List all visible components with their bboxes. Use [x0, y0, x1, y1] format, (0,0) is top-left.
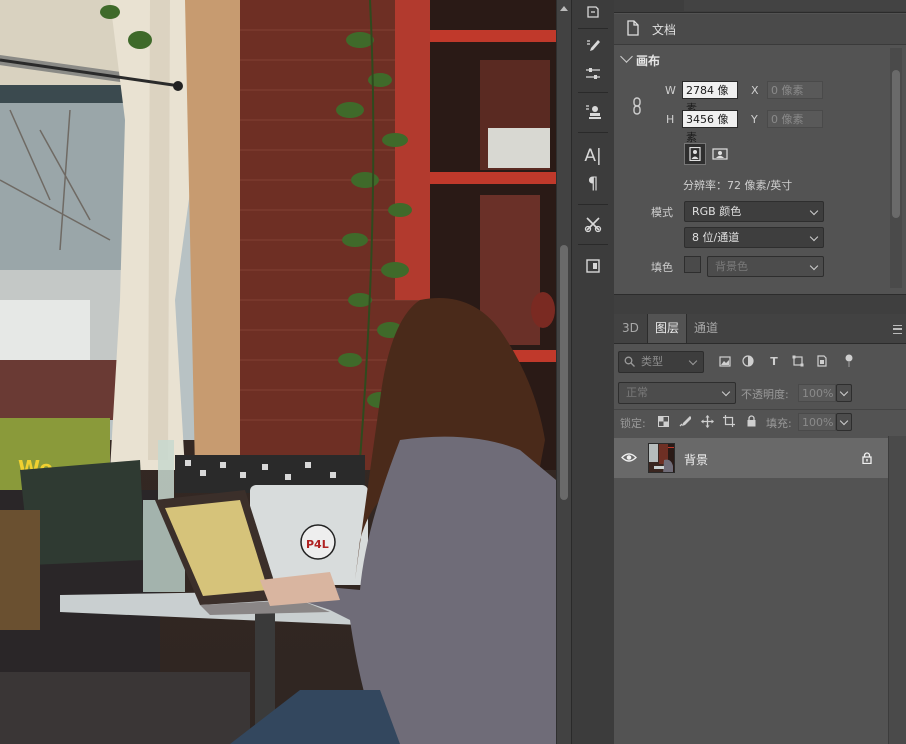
canvas-section-header[interactable]: 画布: [614, 47, 906, 69]
height-field[interactable]: 3456 像素: [682, 110, 738, 144]
canvas-section-title: 画布: [636, 54, 661, 68]
color-mode-select[interactable]: RGB 颜色: [684, 201, 824, 222]
properties-header: 文档: [614, 14, 906, 45]
layer-row[interactable]: 背景: [614, 438, 888, 478]
opacity-label: 不透明度:: [741, 388, 789, 401]
adjustment-filter-icon[interactable]: [741, 354, 755, 368]
canvas-scroll-thumb[interactable]: [560, 245, 568, 500]
canvas-vertical-scrollbar[interactable]: [556, 0, 571, 744]
height-label: H: [666, 113, 675, 126]
lock-all-icon[interactable]: [744, 414, 758, 428]
chevron-down-icon: [809, 206, 819, 216]
x-label: X: [751, 84, 759, 97]
lock-pixels-icon[interactable]: [678, 414, 692, 428]
fill-field[interactable]: 100%: [798, 413, 836, 431]
scroll-up-arrow[interactable]: [560, 6, 568, 11]
layer-kind-filter[interactable]: 类型: [618, 351, 704, 373]
tab-channels[interactable]: 通道: [687, 314, 725, 343]
fill-color-swatch[interactable]: [684, 256, 701, 273]
tab-3d[interactable]: 3D: [615, 314, 646, 343]
width-label: W: [665, 84, 676, 97]
libraries-icon[interactable]: [581, 254, 605, 278]
y-field[interactable]: 0 像素: [767, 110, 823, 128]
layers-list: 背景: [614, 436, 888, 744]
right-panel-dock: 文档 画布 W 2784 像素 X 0 像素 H 3456 像素 Y 0 像素 …: [614, 0, 906, 744]
blend-row: 正常 不透明度: 100%: [614, 380, 906, 406]
document-label: 文档: [652, 23, 677, 37]
lock-row: 锁定: 填充: 100%: [614, 409, 906, 434]
clone-source-icon[interactable]: [581, 100, 605, 124]
portrait-button[interactable]: [684, 143, 706, 165]
portrait-icon: [689, 147, 701, 161]
type-filter-icon[interactable]: T: [767, 354, 781, 368]
landscape-button[interactable]: [709, 143, 731, 165]
smart-object-filter-icon[interactable]: [815, 354, 829, 368]
opacity-field[interactable]: 100%: [798, 384, 836, 402]
document-icon: [627, 20, 639, 36]
layer-thumbnail[interactable]: [648, 443, 675, 473]
chevron-down-icon: [688, 356, 698, 366]
layers-scrollbar[interactable]: [888, 436, 906, 744]
fill-color-value: 背景色: [715, 260, 748, 273]
chevron-down-icon: [721, 387, 731, 397]
tool-presets-icon[interactable]: [581, 212, 605, 236]
paragraph-icon[interactable]: ¶: [581, 172, 605, 196]
chevron-down-icon: [809, 261, 819, 271]
lock-position-icon[interactable]: [700, 414, 714, 428]
panel-divider[interactable]: [614, 294, 906, 315]
eye-icon[interactable]: [621, 452, 637, 463]
y-label: Y: [751, 113, 758, 126]
fill-color-label: 填色: [651, 261, 673, 274]
layers-panel-tabs: 3D 图层 通道: [614, 314, 906, 344]
properties-scrollbar[interactable]: [890, 48, 902, 288]
bit-depth-value: 8 位/通道: [692, 231, 740, 244]
tab-layers[interactable]: 图层: [647, 314, 688, 343]
fill-dropdown[interactable]: [836, 413, 852, 431]
pixel-filter-icon[interactable]: [718, 354, 732, 368]
brush-settings-icon[interactable]: [581, 34, 605, 58]
lock-transparent-icon[interactable]: [656, 414, 670, 428]
panel-menu-icon[interactable]: [893, 325, 902, 334]
shape-filter-icon[interactable]: [791, 354, 805, 368]
bit-depth-select[interactable]: 8 位/通道: [684, 227, 824, 248]
canvas-photo: We P4L: [0, 0, 556, 744]
document-canvas[interactable]: We P4L: [0, 0, 556, 744]
layer-kind-value: 类型: [641, 355, 663, 368]
mug-text: P4L: [306, 538, 329, 551]
blend-mode-select[interactable]: 正常: [618, 382, 736, 404]
panel-top-bar: [614, 0, 906, 13]
color-mode-value: RGB 颜色: [692, 205, 742, 218]
lock-label: 锁定:: [620, 417, 646, 430]
landscape-icon: [712, 148, 728, 160]
filter-toggle-icon[interactable]: [842, 354, 856, 368]
collapsed-panel-strip: A| ¶: [571, 0, 615, 744]
lock-artboard-icon[interactable]: [722, 414, 736, 428]
search-icon: [624, 356, 635, 367]
opacity-dropdown[interactable]: [836, 384, 852, 402]
blend-mode-value: 正常: [626, 386, 648, 399]
layer-name[interactable]: 背景: [684, 451, 708, 468]
properties-scroll-thumb[interactable]: [892, 70, 900, 218]
history-icon[interactable]: [581, 0, 605, 24]
mode-label: 模式: [651, 206, 673, 219]
chevron-down-icon[interactable]: [620, 50, 633, 63]
adjustments-icon[interactable]: [581, 62, 605, 86]
chevron-down-icon: [839, 387, 849, 397]
lock-icon: [862, 452, 872, 464]
resolution-text: 分辨率：72 像素/英寸: [683, 179, 793, 192]
chevron-down-icon: [809, 232, 819, 242]
fill-label: 填充:: [766, 417, 792, 430]
chevron-down-icon: [839, 416, 849, 426]
character-icon[interactable]: A|: [581, 144, 605, 168]
width-field[interactable]: 2784 像素: [682, 81, 738, 115]
x-field[interactable]: 0 像素: [767, 81, 823, 99]
fill-color-select[interactable]: 背景色: [707, 256, 824, 277]
chain-link-icon[interactable]: [631, 97, 643, 115]
layer-filter-row: 类型 T: [614, 349, 906, 375]
